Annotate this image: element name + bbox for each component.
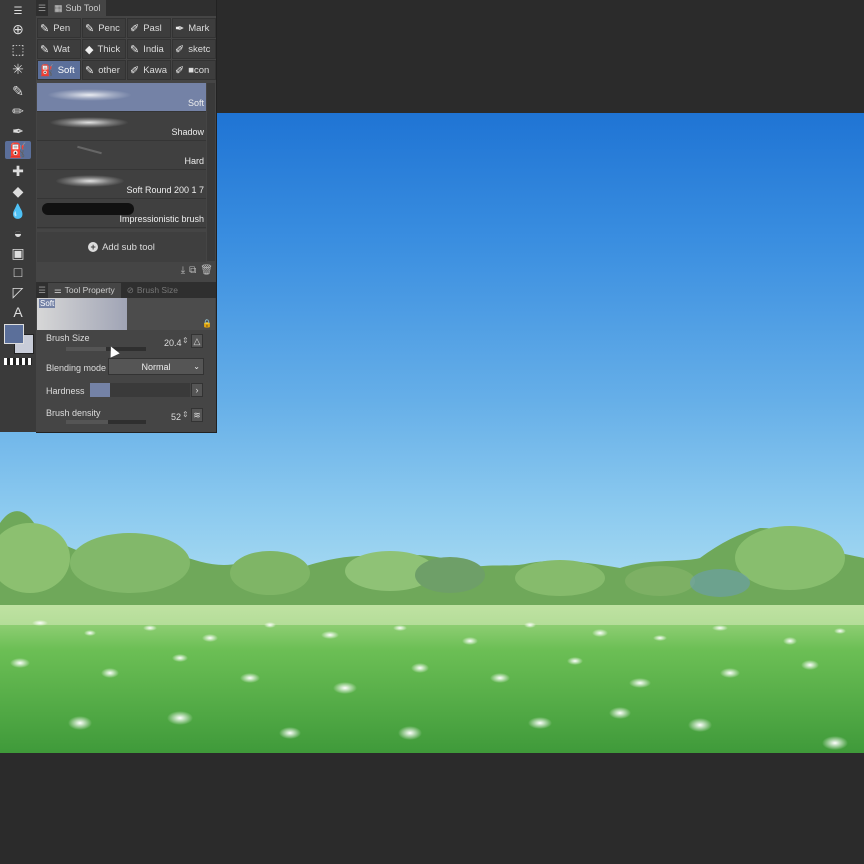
add-sub-tool-button[interactable]: + Add sub tool — [37, 232, 206, 262]
brush-density-pressure-button[interactable]: ≋ — [191, 408, 203, 422]
sliders-icon: ⚌ — [54, 284, 62, 295]
gradient-tool-icon[interactable]: ▣ — [5, 244, 31, 262]
pencil-icon: ✎ — [85, 22, 95, 35]
brush-stroke-preview — [55, 175, 125, 187]
brush-density-slider[interactable] — [66, 420, 146, 424]
tab-tool-property[interactable]: ⚌ Tool Property — [48, 282, 121, 298]
brush-size-value[interactable]: 20.4 — [164, 338, 182, 348]
figure-tool-icon[interactable]: □ — [5, 263, 31, 281]
brush-size-slider-fill — [66, 347, 106, 351]
group-thick-paint[interactable]: ◆ Thick — [82, 39, 126, 59]
sub-tool-tabbar: ☰ ▦ Sub Tool — [36, 0, 216, 16]
watercolor-icon: ✎ — [40, 43, 50, 56]
brush-size-spinner-icon[interactable]: ⇕ — [182, 336, 189, 345]
tool-palette: ☰ ⊕ ⬚ ✳ ✎ ✏ ✒ ⛽ ✚ ◆ 💧 ◒ ▣ □ ◸ A — [0, 0, 37, 432]
group-watercolor[interactable]: ✎ Wat — [37, 39, 81, 59]
blending-mode-select[interactable]: Normal ⌄ — [108, 358, 204, 375]
brush-item-shadow[interactable]: Shadow — [37, 112, 206, 141]
brush-preview-label: Soft — [39, 299, 56, 308]
zoom-move-icon[interactable]: ⊕ — [5, 20, 31, 38]
brush-density-spinner-icon[interactable]: ⇕ — [182, 410, 189, 419]
sub-tool-panel: ☰ ▦ Sub Tool ✎ Pen ✎ Penc ✐ Pasl ✒ Mark ✎ Wat… — [36, 0, 217, 433]
hardness-expand-button[interactable]: › — [191, 383, 203, 397]
sub-tool-group-grid: ✎ Pen ✎ Penc ✐ Pasl ✒ Mark ✎ Wat ◆ Thick ✎ Indi… — [36, 17, 216, 81]
kawa-brush-icon: ✐ — [130, 64, 140, 77]
sketch-icon: ✐ — [175, 43, 185, 56]
brush-density-value[interactable]: 52 — [171, 412, 181, 422]
plus-circle-icon: + — [88, 242, 99, 252]
airbrush-icon: ⛽ — [40, 64, 54, 77]
lock-icon[interactable]: 🔒 — [202, 319, 212, 328]
pen-icon: ✎ — [40, 22, 50, 35]
india-ink-icon: ✎ — [130, 43, 140, 56]
hardness-selector[interactable] — [90, 383, 190, 397]
brush-tool-icon[interactable]: ✒ — [5, 122, 31, 140]
group-kawa[interactable]: ✐ Kawa — [127, 60, 171, 80]
blend-tool-icon[interactable]: 💧 — [5, 202, 31, 220]
group-pastel[interactable]: ✐ Pasl — [127, 18, 171, 38]
text-tool-icon[interactable]: A — [5, 303, 31, 321]
group-marker[interactable]: ✒ Mark — [172, 18, 216, 38]
color-swatches[interactable] — [2, 320, 34, 370]
tab-sub-tool[interactable]: ▦ Sub Tool — [48, 0, 107, 16]
brush-item-impressionistic[interactable]: Impressionistic brush — [37, 199, 206, 228]
brush-item-soft-round[interactable]: Soft Round 200 1 7 — [37, 170, 206, 199]
marker-icon: ✒ — [175, 22, 185, 35]
ruler-tool-icon[interactable]: ◸ — [5, 283, 31, 301]
brush-stroke-preview — [77, 145, 102, 155]
tab-brush-size[interactable]: ⊘ Brush Size — [121, 283, 184, 298]
brush-preview: Soft 🔒 — [37, 298, 215, 330]
brush-stroke-preview — [49, 117, 129, 128]
pencil-tool-icon[interactable]: ✏ — [5, 102, 31, 120]
brush-list-scrollbar[interactable] — [207, 83, 215, 261]
brush-density-slider-fill — [66, 420, 108, 424]
grass-field — [0, 605, 864, 753]
transparent-color-swatch[interactable] — [4, 358, 32, 365]
brush-density-row: Brush density 52 ⇕ ≋ — [46, 408, 214, 424]
tree-line — [0, 511, 864, 613]
sub-tool-actions: ⤓ ⧉ 🗑 — [36, 262, 216, 278]
pen-tool-icon[interactable]: ✎ — [5, 82, 31, 100]
brush-stroke-preview — [47, 89, 132, 101]
group-soft[interactable]: ⛽ Soft — [37, 60, 81, 80]
airbrush-tool-icon[interactable]: ⛽ — [5, 141, 31, 159]
group-other[interactable]: ✎ other — [82, 60, 126, 80]
magic-wand-icon[interactable]: ✳ — [5, 60, 31, 78]
group-pencil[interactable]: ✎ Penc — [82, 18, 126, 38]
eraser-tool-icon[interactable]: ◆ — [5, 182, 31, 200]
group-con[interactable]: ✐ ■con — [172, 60, 216, 80]
brush-size-row: Brush Size 20.4 ⇕ △ — [46, 333, 214, 351]
brush-size-pressure-button[interactable]: △ — [191, 334, 203, 348]
chevron-down-icon: ⌄ — [193, 362, 200, 371]
fill-tool-icon[interactable]: ◒ — [5, 224, 31, 242]
brush-size-tab-icon: ⊘ — [126, 284, 134, 295]
menu-icon[interactable]: ☰ — [5, 2, 31, 20]
sub-tool-tab-icon: ▦ — [54, 2, 63, 13]
group-pen[interactable]: ✎ Pen — [37, 18, 81, 38]
thick-paint-icon: ◆ — [85, 43, 94, 56]
trash-icon[interactable]: 🗑 — [200, 265, 213, 276]
brush-item-soft[interactable]: Soft — [37, 83, 206, 112]
group-sketch[interactable]: ✐ sketc — [172, 39, 216, 59]
group-india-ink[interactable]: ✎ India — [127, 39, 171, 59]
main-color-swatch[interactable] — [4, 324, 24, 344]
brush-item-hard[interactable]: Hard — [37, 141, 206, 170]
decoration-tool-icon[interactable]: ✚ — [5, 162, 31, 180]
pastel-icon: ✐ — [130, 22, 140, 35]
other-brush-icon: ✎ — [85, 64, 95, 77]
import-icon[interactable]: ⤓ — [181, 265, 185, 276]
duplicate-icon[interactable]: ⧉ — [189, 265, 196, 276]
con-brush-icon: ✐ — [175, 64, 185, 77]
brush-list: Soft Shadow Hard Soft Round 200 1 7 Impr… — [37, 83, 206, 229]
property-menu-icon[interactable]: ☰ — [36, 285, 48, 296]
selection-icon[interactable]: ⬚ — [5, 40, 31, 58]
panel-menu-icon[interactable]: ☰ — [36, 3, 48, 14]
hardness-level — [90, 383, 110, 397]
tool-property-tabbar: ☰ ⚌ Tool Property ⊘ Brush Size — [36, 282, 216, 298]
